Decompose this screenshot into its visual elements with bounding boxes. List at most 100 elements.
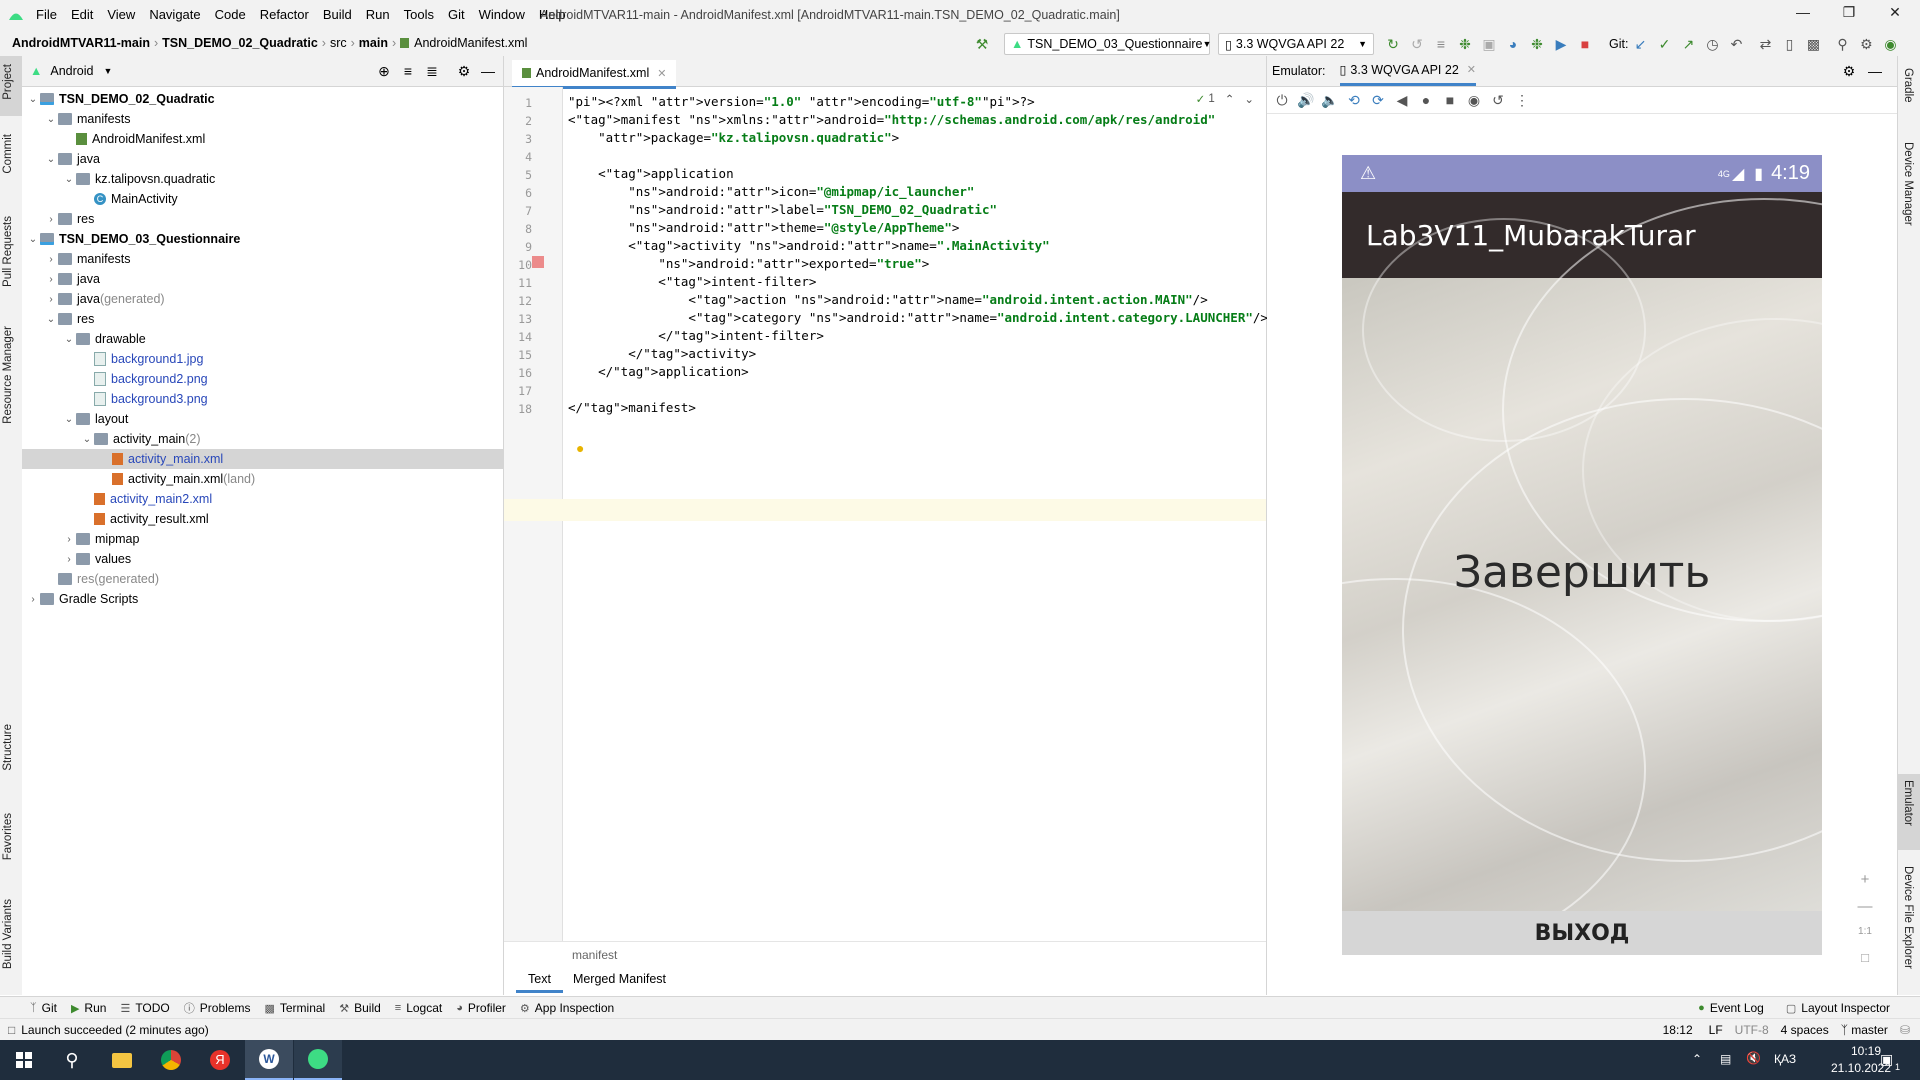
- run-config-dropdown[interactable]: ▲ TSN_DEMO_03_Questionnaire ▼: [1004, 33, 1211, 55]
- chevron-down-icon[interactable]: ▼: [103, 66, 112, 76]
- chevron-right-icon[interactable]: ›: [26, 594, 40, 605]
- editor-tab-androidmanifest[interactable]: AndroidManifest.xml ✕: [512, 60, 677, 89]
- hammer-build-icon[interactable]: ⚒: [973, 35, 991, 53]
- network-icon[interactable]: ▤: [1720, 1052, 1731, 1066]
- tree-item[interactable]: › values: [22, 549, 503, 569]
- status-square-icon[interactable]: □: [8, 1023, 15, 1037]
- device-dropdown[interactable]: ▯ 3.3 WQVGA API 22 ▼: [1218, 33, 1374, 55]
- profiler-tool-button[interactable]: ◕ Profiler: [456, 1001, 506, 1015]
- tree-item[interactable]: › Gradle Scripts: [22, 589, 503, 609]
- expand-all-icon[interactable]: ≡: [399, 62, 417, 80]
- tree-item[interactable]: activity_result.xml: [22, 509, 503, 529]
- chevron-down-icon[interactable]: ⌄: [44, 314, 58, 325]
- attach-debugger-icon[interactable]: ▣: [1480, 35, 1498, 53]
- exit-button[interactable]: ВЫХОД: [1342, 911, 1822, 955]
- git-update-icon[interactable]: ↙: [1631, 35, 1649, 53]
- volume-down-icon[interactable]: 🔈: [1321, 91, 1339, 109]
- search-icon[interactable]: ⚲: [1833, 35, 1851, 53]
- tree-item[interactable]: › res: [22, 209, 503, 229]
- home-icon[interactable]: ●: [1417, 91, 1435, 109]
- tree-item[interactable]: › java: [22, 269, 503, 289]
- layout-inspector-tool-button[interactable]: ▢ Layout Inspector: [1786, 1001, 1890, 1015]
- menu-window[interactable]: Window: [479, 7, 525, 22]
- gear-icon[interactable]: ⚙: [455, 62, 473, 80]
- breadcrumb-file[interactable]: AndroidManifest.xml: [414, 36, 527, 50]
- search-icon[interactable]: ⚲: [48, 1040, 96, 1080]
- git-push-icon[interactable]: ↗: [1679, 35, 1697, 53]
- project-view-selector[interactable]: Android: [50, 64, 93, 78]
- menu-file[interactable]: File: [36, 7, 57, 22]
- word-icon[interactable]: W: [245, 1040, 293, 1080]
- camera-icon[interactable]: ◉: [1465, 91, 1483, 109]
- inspection-widget[interactable]: ✓ 1 ⌃ ⌄: [1196, 92, 1254, 106]
- volume-muted-icon[interactable]: 🔇: [1746, 1051, 1761, 1065]
- more-options-icon[interactable]: ⋮: [1513, 91, 1531, 109]
- breadcrumb-main[interactable]: main: [359, 36, 388, 50]
- debug-attach-icon[interactable]: ❉: [1528, 35, 1546, 53]
- windows-start-icon[interactable]: [0, 1040, 48, 1080]
- project-tool-button[interactable]: Project: [2, 64, 14, 100]
- chevron-right-icon[interactable]: ›: [44, 254, 58, 265]
- pull-requests-tool-button[interactable]: Pull Requests: [2, 216, 14, 287]
- restore-button[interactable]: ❐: [1826, 4, 1872, 26]
- minimize-button[interactable]: —: [1780, 4, 1826, 26]
- zoom-out-icon[interactable]: —: [1852, 898, 1878, 915]
- snapshot-icon[interactable]: ↺: [1489, 91, 1507, 109]
- rollback-icon[interactable]: ↶: [1727, 35, 1745, 53]
- git-commit-icon[interactable]: ✓: [1655, 35, 1673, 53]
- menu-build[interactable]: Build: [323, 7, 352, 22]
- history-icon[interactable]: ◷: [1703, 35, 1721, 53]
- favorites-tool-button[interactable]: Favorites: [2, 813, 14, 860]
- profile-icon[interactable]: ◕: [1504, 35, 1522, 53]
- editor-breadcrumb[interactable]: manifest: [572, 948, 617, 962]
- menu-edit[interactable]: Edit: [71, 7, 93, 22]
- overview-icon[interactable]: ■: [1441, 91, 1459, 109]
- status-message[interactable]: Launch succeeded (2 minutes ago): [21, 1023, 208, 1037]
- commit-tool-button[interactable]: Commit: [2, 134, 14, 174]
- tree-item[interactable]: › mipmap: [22, 529, 503, 549]
- menu-tools[interactable]: Tools: [404, 7, 434, 22]
- hide-panel-icon[interactable]: —: [1866, 62, 1884, 80]
- lock-icon[interactable]: ⛁: [1900, 1023, 1910, 1037]
- menu-run[interactable]: Run: [366, 7, 390, 22]
- debug-icon[interactable]: ❉: [1456, 35, 1474, 53]
- run-tool-button[interactable]: ▶ Run: [71, 1001, 106, 1015]
- tree-item[interactable]: ⌄ TSN_DEMO_03_Questionnaire: [22, 229, 503, 249]
- chrome-icon[interactable]: [147, 1040, 195, 1080]
- collapse-all-icon[interactable]: ≣: [423, 62, 441, 80]
- menu-git[interactable]: Git: [448, 7, 465, 22]
- breadcrumb-module[interactable]: TSN_DEMO_02_Quadratic: [162, 36, 318, 50]
- notifications-icon[interactable]: ▣: [1880, 1051, 1893, 1068]
- logcat-tool-button[interactable]: ≡ Logcat: [395, 1001, 442, 1015]
- emulator-device-tab[interactable]: ▯ 3.3 WQVGA API 22 ✕: [1339, 56, 1476, 86]
- chevron-right-icon[interactable]: ›: [62, 534, 76, 545]
- chevron-down-icon[interactable]: ⌄: [44, 114, 58, 125]
- chevron-down-icon[interactable]: ⌄: [80, 434, 94, 445]
- tray-chevron-up-icon[interactable]: ⌃: [1692, 1052, 1702, 1066]
- tree-item[interactable]: AndroidManifest.xml: [22, 129, 503, 149]
- git-branch[interactable]: ᛉ master: [1841, 1023, 1888, 1037]
- rotate-left-icon[interactable]: ⟲: [1345, 91, 1363, 109]
- yandex-browser-icon[interactable]: Я: [196, 1040, 244, 1080]
- lightbulb-icon[interactable]: ●: [576, 440, 584, 456]
- tree-item[interactable]: ⌄ java: [22, 149, 503, 169]
- todo-tool-button[interactable]: ☰ TODO: [120, 1001, 169, 1015]
- tree-item[interactable]: res (generated): [22, 569, 503, 589]
- gradle-tool-button[interactable]: Gradle: [1902, 68, 1914, 103]
- tab-text[interactable]: Text: [516, 972, 563, 993]
- indent-setting[interactable]: 4 spaces: [1781, 1023, 1829, 1037]
- tree-item[interactable]: ⌄ TSN_DEMO_02_Quadratic: [22, 89, 503, 109]
- chevron-up-icon[interactable]: ⌃: [1225, 92, 1235, 106]
- resource-manager-tool-button[interactable]: Resource Manager: [2, 326, 14, 424]
- tree-item[interactable]: activity_main2.xml: [22, 489, 503, 509]
- tree-item[interactable]: ⌄ res: [22, 309, 503, 329]
- tree-item[interactable]: ⌄ kz.talipovsn.quadratic: [22, 169, 503, 189]
- breadcrumb-project[interactable]: AndroidMTVAR11-main: [12, 36, 150, 50]
- zoom-in-icon[interactable]: +: [1852, 871, 1878, 888]
- close-tab-icon[interactable]: ✕: [1467, 63, 1476, 76]
- line-separator[interactable]: LF: [1709, 1023, 1723, 1037]
- tree-item[interactable]: activity_main.xml: [22, 449, 503, 469]
- chevron-down-icon[interactable]: ⌄: [62, 174, 76, 185]
- tree-item[interactable]: ⌄ manifests: [22, 109, 503, 129]
- chevron-right-icon[interactable]: ›: [62, 554, 76, 565]
